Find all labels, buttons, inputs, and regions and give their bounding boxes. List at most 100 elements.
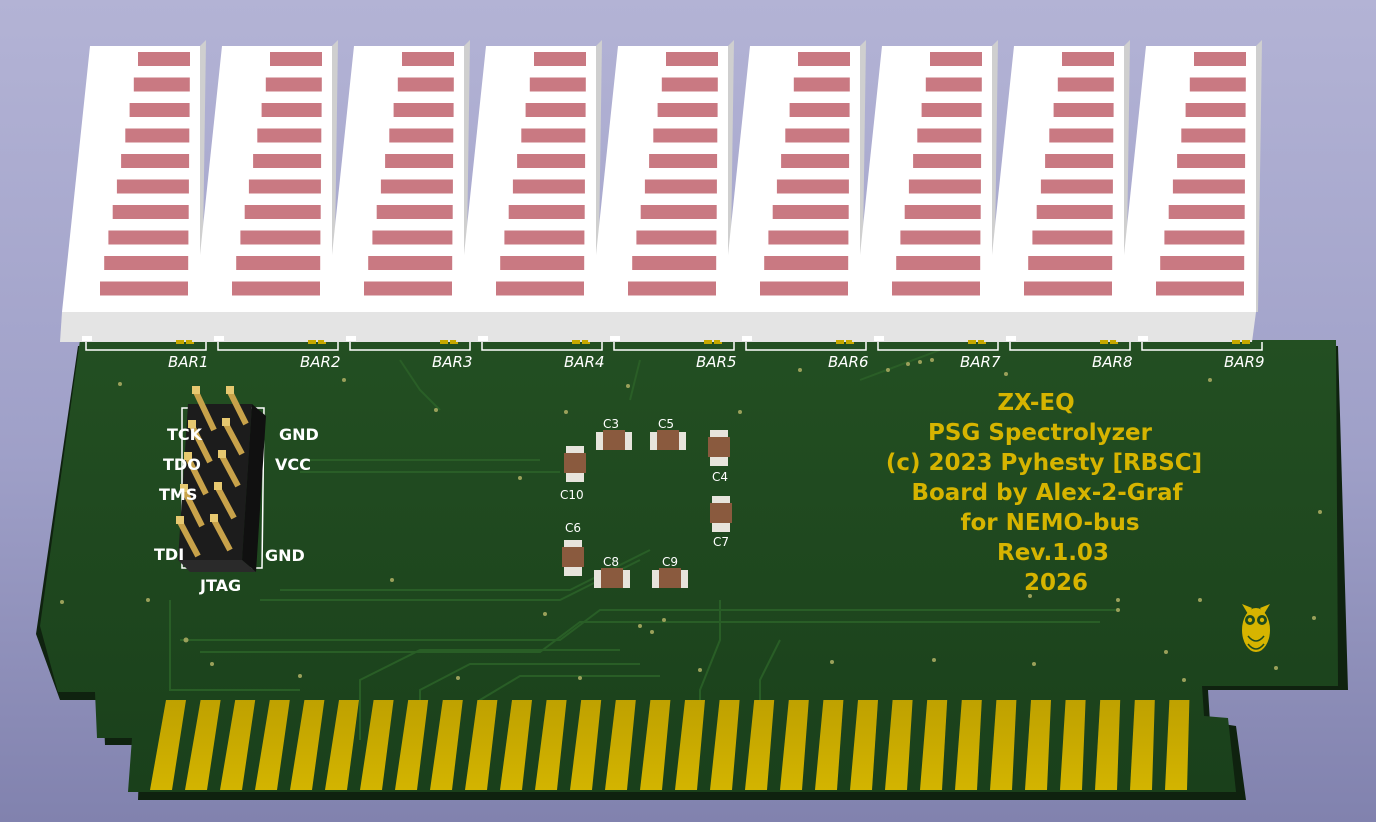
led-segment xyxy=(649,154,718,168)
led-bar-7 xyxy=(852,40,999,351)
led-segment xyxy=(657,103,718,117)
led-segment xyxy=(1024,281,1112,296)
led-segment xyxy=(397,77,454,92)
led-segment xyxy=(785,128,850,143)
led-segment xyxy=(632,256,717,270)
svg-text:C4: C4 xyxy=(712,470,728,484)
svg-text:C7: C7 xyxy=(713,535,729,549)
capacitor-c4[interactable]: C4 xyxy=(708,430,730,484)
led-segment xyxy=(1036,205,1113,219)
led-segment xyxy=(908,179,981,194)
led-segment xyxy=(781,154,850,168)
jtag-label-tdi: TDI xyxy=(154,545,184,564)
led-bar-displays xyxy=(60,40,1263,351)
led-segment xyxy=(768,230,849,245)
bar-labels: BAR1 BAR2 BAR3 BAR4 BAR5 BAR6 BAR7 BAR8 BAR9 xyxy=(168,353,1265,371)
led-segment xyxy=(253,154,322,168)
bar-label-8: BAR8 xyxy=(1092,353,1133,371)
led-segment xyxy=(121,154,190,168)
led-segment xyxy=(760,281,848,296)
led-segment xyxy=(402,52,454,66)
led-segment xyxy=(380,179,453,194)
led-segment xyxy=(644,179,717,194)
led-segment xyxy=(776,179,849,194)
svg-text:C5: C5 xyxy=(658,417,674,431)
led-bar-3 xyxy=(324,40,471,351)
svg-text:C8: C8 xyxy=(603,555,619,569)
led-segment xyxy=(393,103,454,117)
led-segment xyxy=(1156,281,1244,296)
led-segment xyxy=(661,77,718,92)
led-bar-9 xyxy=(1116,40,1263,351)
led-segment xyxy=(525,103,586,117)
led-segment xyxy=(1168,205,1245,219)
led-segment xyxy=(1032,230,1113,245)
led-segment xyxy=(896,256,981,270)
led-segment xyxy=(1185,103,1246,117)
jtag-label-tms: TMS xyxy=(159,485,197,504)
led-segment xyxy=(1028,256,1113,270)
led-segment xyxy=(261,103,322,117)
led-segment xyxy=(534,52,586,66)
board-designer: Board by Alex-2-Graf xyxy=(911,480,1183,506)
jtag-label-tck: TCK xyxy=(167,425,203,444)
svg-text:C9: C9 xyxy=(662,555,678,569)
jtag-label-tdo: TDO xyxy=(163,455,201,474)
pcb-3d-view: BAR1 BAR2 BAR3 BAR4 BAR5 BAR6 BAR7 BAR8 BAR9 TCK xyxy=(36,40,1348,800)
led-segment xyxy=(389,128,454,143)
led-segment xyxy=(265,77,322,92)
led-segment xyxy=(236,256,321,270)
led-segment xyxy=(1057,77,1114,92)
led-segment xyxy=(240,230,321,245)
led-segment xyxy=(904,205,981,219)
led-segment xyxy=(1040,179,1113,194)
led-segment xyxy=(364,281,452,296)
led-segment xyxy=(666,52,718,66)
board-year: 2026 xyxy=(1024,570,1088,596)
board-bus: for NEMO-bus xyxy=(960,510,1139,536)
led-bar-6 xyxy=(720,40,867,351)
led-segment xyxy=(133,77,190,92)
led-segment xyxy=(500,256,585,270)
led-segment xyxy=(100,281,188,296)
led-segment xyxy=(112,205,189,219)
board-copyright: (c) 2023 Pyhesty [RBSC] xyxy=(886,450,1202,476)
led-segment xyxy=(248,179,321,194)
led-segment xyxy=(529,77,586,92)
led-segment xyxy=(257,128,322,143)
led-segment xyxy=(772,205,849,219)
svg-text:C6: C6 xyxy=(565,521,581,535)
led-segment xyxy=(129,103,190,117)
led-segment xyxy=(116,179,189,194)
led-segment xyxy=(270,52,322,66)
bar-label-1: BAR1 xyxy=(168,353,209,371)
led-segment xyxy=(892,281,980,296)
jtag-label-gnd-2: GND xyxy=(265,546,305,565)
led-segment xyxy=(1194,52,1246,66)
led-segment xyxy=(368,256,453,270)
led-segment xyxy=(376,205,453,219)
led-segment xyxy=(1181,128,1246,143)
led-segment xyxy=(640,205,717,219)
led-segment xyxy=(636,230,717,245)
led-segment xyxy=(1172,179,1245,194)
led-segment xyxy=(125,128,190,143)
jtag-label-gnd-1: GND xyxy=(279,425,319,444)
led-segment xyxy=(1062,52,1114,66)
led-bar-5 xyxy=(588,40,735,351)
capacitor-c6[interactable]: C6 xyxy=(562,521,584,576)
led-segment xyxy=(798,52,850,66)
led-segment xyxy=(232,281,320,296)
board-subtitle: PSG Spectrolyzer xyxy=(928,420,1153,446)
led-segment xyxy=(1049,128,1114,143)
led-segment xyxy=(108,230,189,245)
led-segment xyxy=(925,77,982,92)
bar-label-9: BAR9 xyxy=(1224,353,1265,371)
jtag-title: JTAG xyxy=(199,576,241,595)
led-segment xyxy=(372,230,453,245)
led-segment xyxy=(930,52,982,66)
board-title: ZX-EQ xyxy=(997,390,1074,416)
capacitor-c7[interactable]: C7 xyxy=(710,496,732,549)
led-bar-8 xyxy=(984,40,1131,351)
svg-text:C3: C3 xyxy=(603,417,619,431)
